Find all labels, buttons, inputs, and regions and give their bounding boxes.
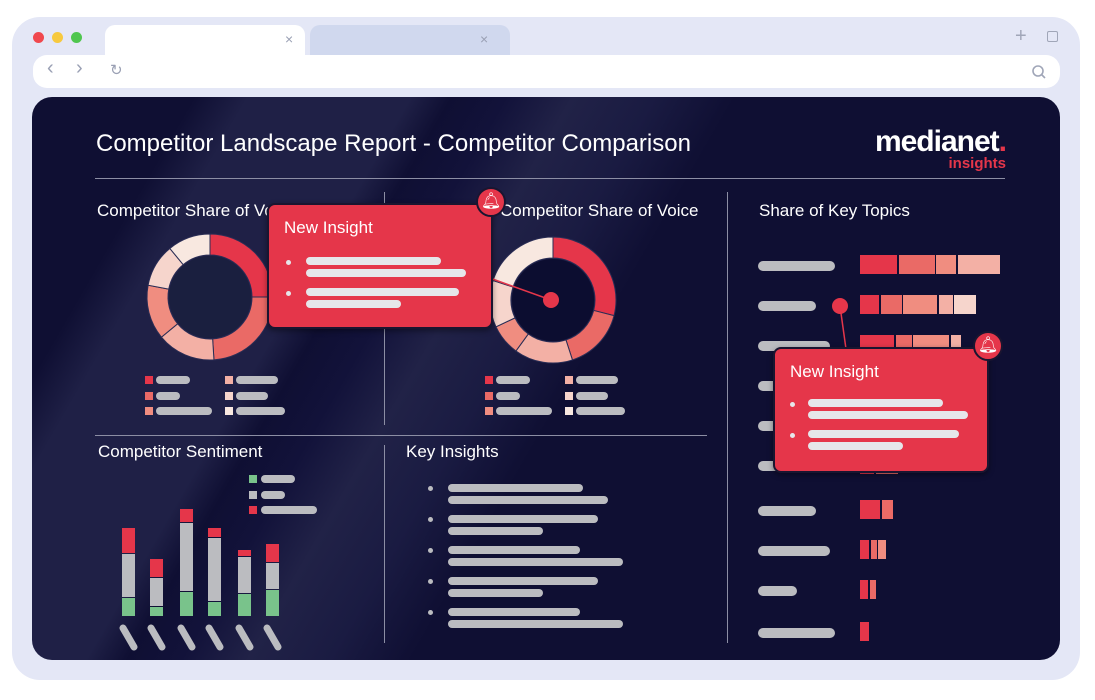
- bell-icon[interactable]: 🔔︎: [973, 331, 1003, 361]
- forward-button[interactable]: ›: [76, 57, 83, 80]
- maximize-window-button[interactable]: [71, 32, 82, 43]
- new-tab-button[interactable]: +: [1015, 25, 1027, 48]
- new-insight-popup[interactable]: New Insight: [267, 203, 493, 329]
- tab-close-icon[interactable]: ×: [285, 31, 293, 47]
- popup-title: New Insight: [284, 218, 373, 237]
- popup-title: New Insight: [790, 362, 879, 381]
- address-bar[interactable]: ‹ › ↻: [33, 55, 1060, 88]
- back-button[interactable]: ‹: [47, 57, 54, 80]
- close-window-button[interactable]: [33, 32, 44, 43]
- bell-icon[interactable]: 🔔︎: [476, 187, 506, 217]
- insight-marker[interactable]: [543, 292, 559, 308]
- insight-marker[interactable]: [832, 298, 848, 314]
- search-icon[interactable]: [1031, 64, 1047, 80]
- minimize-window-button[interactable]: [52, 32, 63, 43]
- new-insight-popup[interactable]: New Insight: [773, 347, 989, 473]
- restore-icon[interactable]: [1047, 31, 1058, 42]
- tab-close-icon[interactable]: ×: [480, 31, 488, 47]
- reload-button[interactable]: ↻: [110, 61, 123, 79]
- tab-active[interactable]: ×: [105, 25, 305, 56]
- dashboard: Competitor Landscape Report - Competitor…: [32, 97, 1060, 660]
- tab-inactive[interactable]: ×: [310, 25, 510, 56]
